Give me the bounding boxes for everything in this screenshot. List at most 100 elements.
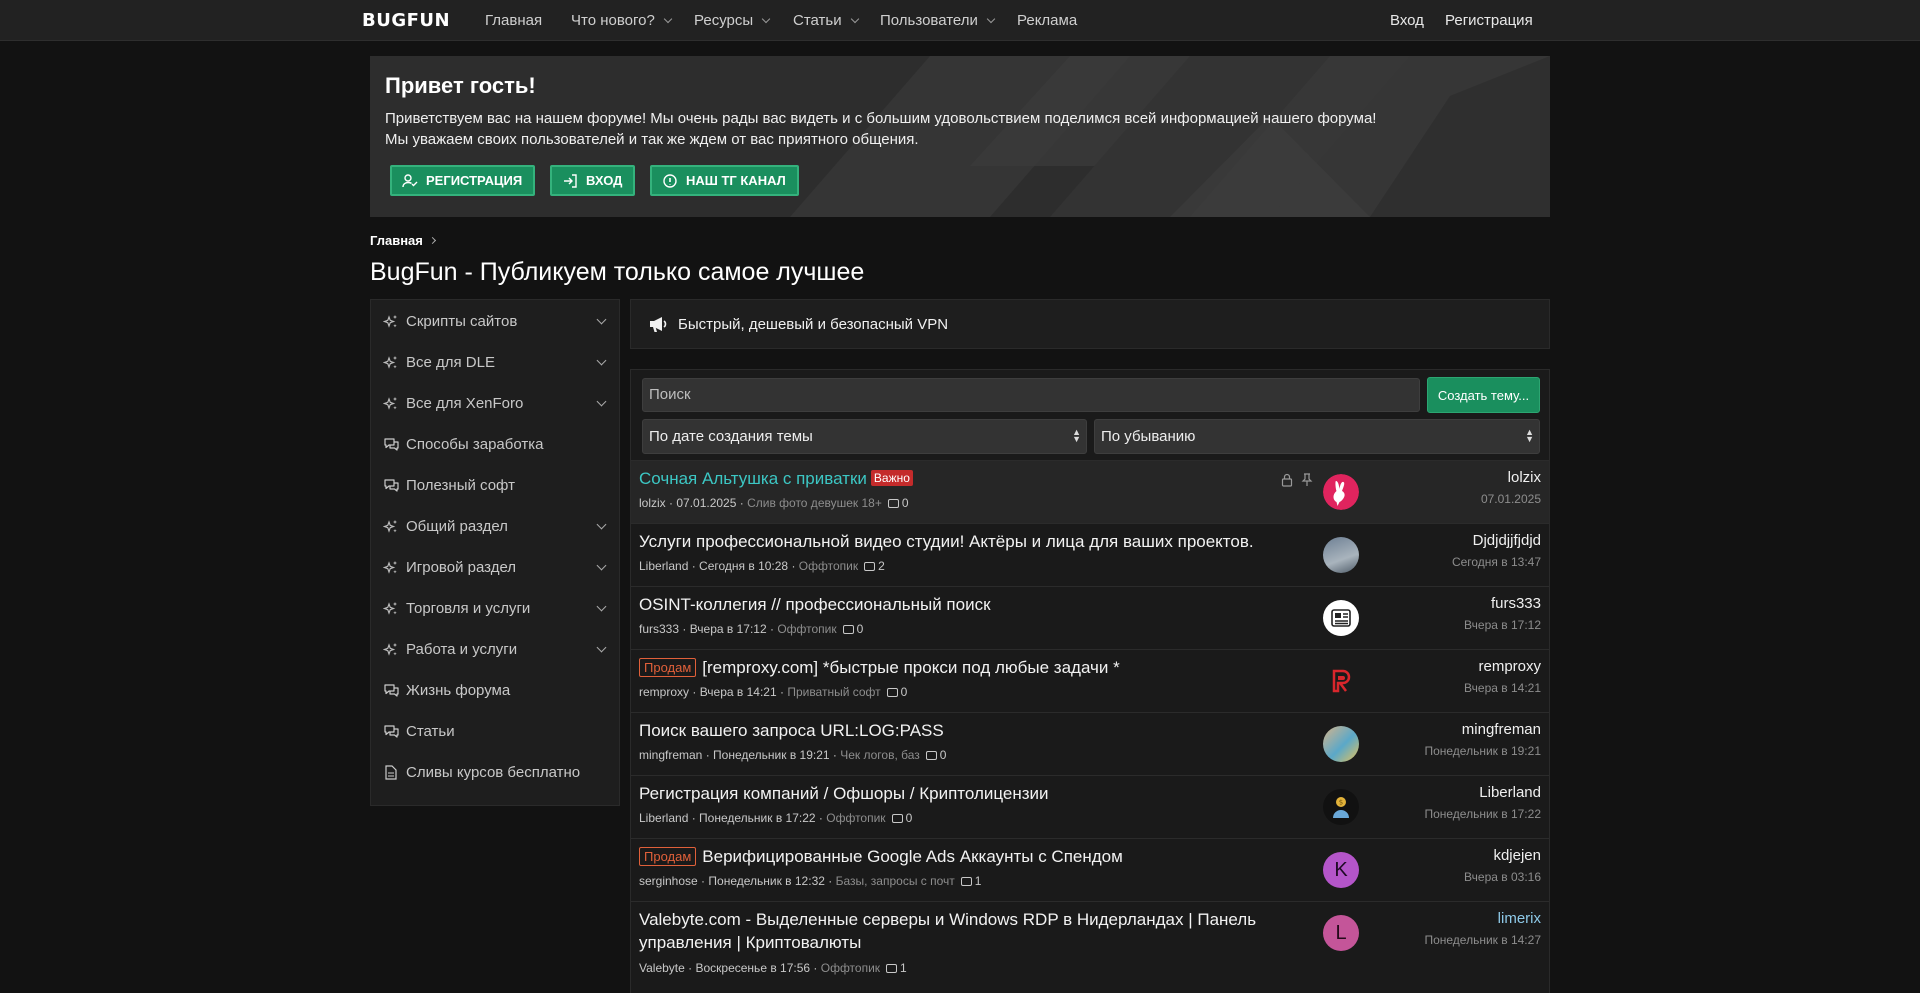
thread-title[interactable]: Valebyte.com - Выделенные серверы и Wind… bbox=[639, 910, 1256, 953]
nav-whats-new[interactable]: Что нового? bbox=[571, 12, 673, 29]
chevron-down-icon[interactable] bbox=[596, 314, 607, 325]
chevron-down-icon[interactable] bbox=[596, 396, 607, 407]
sidebar-item-dle[interactable]: Все для DLE bbox=[371, 342, 619, 383]
last-post-date[interactable]: Вчера в 17:12 bbox=[1464, 618, 1541, 632]
last-post-user[interactable]: mingfreman bbox=[1462, 721, 1541, 738]
thread-row[interactable]: Поиск вашего запроса URL:LOG:PASS mingfr… bbox=[631, 712, 1549, 775]
last-post-date[interactable]: Понедельник в 17:22 bbox=[1424, 807, 1541, 821]
thread-author[interactable]: remproxy bbox=[639, 685, 689, 699]
banner-login-button[interactable]: ВХОД bbox=[550, 165, 635, 196]
last-post-user[interactable]: lolzix bbox=[1508, 469, 1541, 486]
sidebar-item-xenforo[interactable]: Все для XenForo bbox=[371, 383, 619, 424]
thread-author[interactable]: Valebyte bbox=[639, 961, 685, 975]
thread-title-line-1[interactable]: Valebyte.com - Выделенные серверы и Wind… bbox=[639, 910, 1256, 930]
sidebar-item-general[interactable]: Общий раздел bbox=[371, 506, 619, 547]
sidebar-item-games[interactable]: Игровой раздел bbox=[371, 547, 619, 588]
last-post-date[interactable]: Понедельник в 14:27 bbox=[1424, 933, 1541, 947]
sidebar-item-articles[interactable]: Статьи bbox=[371, 711, 619, 752]
thread-title-line[interactable]: Продам [remproxy.com] *быстрые прокси под… bbox=[639, 658, 1120, 678]
sell-prefix-badge[interactable]: Продам bbox=[639, 658, 697, 677]
thread-title[interactable]: Верифицированные Google Ads Аккаунты с С… bbox=[702, 847, 1123, 866]
thread-forum[interactable]: Базы, запросы с почт bbox=[836, 874, 955, 888]
site-logo[interactable]: BUGFUN bbox=[362, 10, 450, 31]
last-post-user[interactable]: remproxy bbox=[1478, 658, 1541, 675]
avatar[interactable] bbox=[1323, 474, 1359, 510]
thread-author[interactable]: mingfreman bbox=[639, 748, 702, 762]
sidebar-item-scripts[interactable]: Скрипты сайтов bbox=[371, 301, 619, 342]
chevron-down-icon[interactable] bbox=[596, 642, 607, 653]
login-link[interactable]: Вход bbox=[1390, 12, 1424, 29]
thread-row[interactable]: Сочная Альтушка с приватки Важно lolzix ·… bbox=[631, 460, 1549, 523]
sidebar-item-earnings[interactable]: Способы заработка bbox=[371, 424, 619, 465]
chevron-down-icon[interactable] bbox=[596, 601, 607, 612]
thread-date[interactable]: Понедельник в 17:22 bbox=[699, 811, 816, 825]
thread-row[interactable]: Продам Верифицированные Google Ads Аккаун… bbox=[631, 838, 1549, 901]
last-post-date[interactable]: Понедельник в 19:21 bbox=[1424, 744, 1541, 758]
last-post-date[interactable]: 07.01.2025 bbox=[1481, 492, 1541, 506]
thread-row[interactable]: Valebyte.com - Выделенные серверы и Wind… bbox=[631, 901, 1549, 986]
avatar[interactable] bbox=[1323, 726, 1359, 762]
chevron-down-icon[interactable] bbox=[596, 355, 607, 366]
breadcrumb-home[interactable]: Главная bbox=[370, 233, 423, 248]
register-link[interactable]: Регистрация bbox=[1445, 12, 1533, 29]
sidebar-item-software[interactable]: Полезный софт bbox=[371, 465, 619, 506]
thread-author[interactable]: serginhose bbox=[639, 874, 698, 888]
avatar[interactable] bbox=[1323, 600, 1359, 636]
thread-date[interactable]: Понедельник в 19:21 bbox=[713, 748, 830, 762]
avatar[interactable]: L bbox=[1323, 915, 1359, 951]
chevron-down-icon[interactable] bbox=[596, 560, 607, 571]
create-thread-button[interactable]: Создать тему... bbox=[1427, 377, 1540, 413]
last-post-date[interactable]: Вчера в 14:21 bbox=[1464, 681, 1541, 695]
thread-title-line[interactable]: Сочная Альтушка с приватки Важно bbox=[639, 469, 913, 489]
nav-ads[interactable]: Реклама bbox=[1017, 12, 1077, 29]
thread-row[interactable]: Продам [remproxy.com] *быстрые прокси под… bbox=[631, 649, 1549, 712]
avatar[interactable]: $ bbox=[1323, 789, 1359, 825]
sidebar-item-work[interactable]: Работа и услуги bbox=[371, 629, 619, 670]
thread-title[interactable]: [remproxy.com] *быстрые прокси под любые… bbox=[702, 658, 1119, 677]
thread-title-line-2[interactable]: управления | Криптовалюты bbox=[639, 933, 1256, 953]
thread-row[interactable]: Регистрация компаний / Офшоры / Криптоли… bbox=[631, 775, 1549, 838]
nav-home[interactable]: Главная bbox=[485, 12, 542, 29]
thread-title[interactable]: OSINT-коллегия // профессиональный поиск bbox=[639, 595, 991, 615]
search-input[interactable]: Поиск bbox=[642, 378, 1420, 412]
thread-date[interactable]: 07.01.2025 bbox=[676, 496, 736, 510]
thread-forum[interactable]: Оффтопик bbox=[777, 622, 836, 636]
thread-forum[interactable]: Оффтопик bbox=[826, 811, 885, 825]
last-post-date[interactable]: Вчера в 03:16 bbox=[1464, 870, 1541, 884]
avatar[interactable] bbox=[1323, 537, 1359, 573]
thread-row[interactable]: Услуги профессиональной видео студии! Ак… bbox=[631, 523, 1549, 586]
thread-title[interactable]: Услуги профессиональной видео студии! Ак… bbox=[639, 532, 1254, 552]
thread-title-line[interactable]: Продам Верифицированные Google Ads Аккаун… bbox=[639, 847, 1123, 867]
thread-date[interactable]: Понедельник в 12:32 bbox=[708, 874, 825, 888]
last-post-user[interactable]: limerix bbox=[1498, 910, 1541, 927]
thread-forum[interactable]: Слив фото девушек 18+ bbox=[747, 496, 882, 510]
thread-date[interactable]: Воскресенье в 17:56 bbox=[695, 961, 810, 975]
thread-date[interactable]: Сегодня в 10:28 bbox=[699, 559, 788, 573]
sidebar-item-trade[interactable]: Торговля и услуги bbox=[371, 588, 619, 629]
thread-date[interactable]: Вчера в 14:21 bbox=[700, 685, 777, 699]
sort-order-select[interactable]: По убыванию ▲ ▼ bbox=[1094, 419, 1540, 454]
thread-title[interactable]: Сочная Альтушка с приватки bbox=[639, 469, 867, 488]
avatar[interactable] bbox=[1323, 663, 1359, 699]
nav-resources[interactable]: Ресурсы bbox=[694, 12, 771, 29]
avatar[interactable]: K bbox=[1323, 852, 1359, 888]
sidebar-item-courses[interactable]: Сливы курсов бесплатно bbox=[371, 752, 619, 793]
thread-forum[interactable]: Оффтопик bbox=[799, 559, 858, 573]
last-post-user[interactable]: kdjejen bbox=[1493, 847, 1541, 864]
sidebar-item-forum-life[interactable]: Жизнь форума bbox=[371, 670, 619, 711]
promo-notice[interactable]: Быстрый, дешевый и безопасный VPN bbox=[630, 299, 1550, 349]
sell-prefix-badge[interactable]: Продам bbox=[639, 847, 697, 866]
thread-title[interactable]: Регистрация компаний / Офшоры / Криптоли… bbox=[639, 784, 1049, 804]
nav-articles[interactable]: Статьи bbox=[793, 12, 859, 29]
banner-tg-button[interactable]: НАШ ТГ КАНАЛ bbox=[650, 165, 799, 196]
thread-forum[interactable]: Чек логов, баз bbox=[840, 748, 920, 762]
chevron-down-icon[interactable] bbox=[596, 519, 607, 530]
sort-field-select[interactable]: По дате создания темы ▲ ▼ bbox=[642, 419, 1087, 454]
banner-register-button[interactable]: РЕГИСТРАЦИЯ bbox=[390, 165, 535, 196]
thread-title[interactable]: Поиск вашего запроса URL:LOG:PASS bbox=[639, 721, 944, 741]
thread-author[interactable]: furs333 bbox=[639, 622, 679, 636]
thread-author[interactable]: Liberland bbox=[639, 559, 688, 573]
last-post-date[interactable]: Сегодня в 13:47 bbox=[1452, 555, 1541, 569]
last-post-user[interactable]: Djdjdjjfjdjd bbox=[1473, 532, 1541, 549]
last-post-user[interactable]: furs333 bbox=[1491, 595, 1541, 612]
